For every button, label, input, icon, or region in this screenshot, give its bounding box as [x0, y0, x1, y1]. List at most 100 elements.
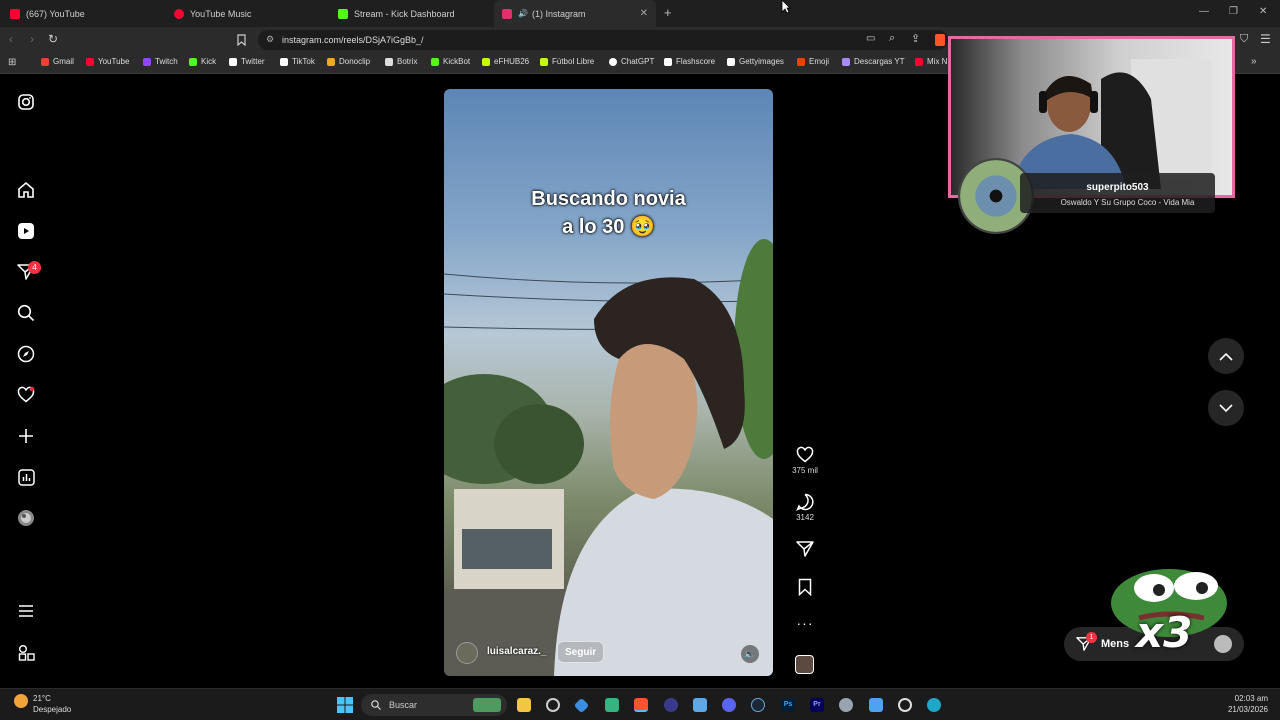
close-icon[interactable]: ✕ [640, 8, 648, 19]
photoshop-icon[interactable]: Ps [781, 698, 795, 712]
more-bookmarks-icon[interactable]: » [1251, 56, 1257, 67]
apps-icon[interactable]: ⊞ [8, 57, 16, 68]
notifications-heart-icon[interactable] [16, 385, 36, 405]
bookmark-donoclip[interactable]: Donoclip [327, 57, 370, 66]
instagram-logo-icon[interactable] [16, 92, 36, 112]
windows-start-icon[interactable] [337, 697, 353, 713]
dashboard-icon[interactable] [16, 467, 36, 487]
comment-button[interactable]: 3142 [792, 493, 818, 522]
like-button[interactable]: 375 mil [792, 446, 818, 475]
bookmark-label: Fútbol Libre [552, 57, 595, 66]
maximize-button[interactable]: ❐ [1229, 6, 1238, 17]
bookmark-label: Emoji [809, 57, 830, 66]
bookmark-twitter[interactable]: Twitter [229, 57, 265, 66]
url-text: instagram.com/reels/DSjA7iGgBb_/ [282, 35, 424, 45]
follow-button[interactable]: Seguir [557, 641, 605, 663]
app-icon[interactable] [573, 697, 590, 714]
bookmark-mix[interactable]: Mix N [915, 57, 947, 66]
wallet-icon[interactable]: ⛉ [1240, 33, 1248, 46]
media-player-icon[interactable] [898, 698, 912, 712]
bookmark-tiktok[interactable]: TikTok [280, 57, 315, 66]
bookmark-flashscore[interactable]: Flashscore [664, 57, 715, 66]
bookmark-gettyimages[interactable]: Gettyimages [727, 57, 784, 66]
weather-temp[interactable]: 21°C [33, 694, 51, 703]
new-tab-button[interactable]: + [664, 5, 672, 20]
window-close-button[interactable]: ✕ [1259, 6, 1267, 17]
heart-icon [796, 446, 814, 463]
tab-youtube-music[interactable]: YouTube Music [166, 0, 328, 27]
file-explorer-icon[interactable] [517, 698, 531, 712]
calculator-icon[interactable] [693, 698, 707, 712]
cast-icon[interactable]: ▭ [866, 33, 875, 44]
bookmark-label: Botrix [397, 57, 418, 66]
brave-icon[interactable] [634, 698, 648, 712]
bookmark-emoji[interactable]: Emoji [797, 57, 829, 66]
author-username[interactable]: luisalcaraz._ [487, 646, 546, 657]
profile-avatar[interactable] [16, 508, 36, 528]
more-menu-icon[interactable] [16, 601, 36, 621]
address-bar[interactable]: ⚙ instagram.com/reels/DSjA7iGgBb_/ [258, 30, 948, 50]
audio-thumbnail[interactable] [795, 655, 814, 674]
bookmark-kickbot[interactable]: KickBot [431, 57, 470, 66]
tab-label: (1) Instagram [531, 8, 586, 19]
tab-instagram[interactable]: 🔊 (1) Instagram ✕ [494, 0, 656, 27]
bookmark-botrix[interactable]: Botrix [385, 57, 417, 66]
discord-icon[interactable] [722, 698, 736, 712]
site-info-icon[interactable]: ⚙ [266, 34, 274, 45]
bookmark-descargas-yt[interactable]: Descargas YT [842, 57, 905, 66]
bookmark-label: Twitch [155, 57, 178, 66]
zoom-icon[interactable]: ⌕ [889, 32, 895, 45]
chrome-icon[interactable] [546, 698, 560, 712]
reels-icon[interactable] [16, 221, 36, 241]
edge-icon[interactable] [927, 698, 941, 712]
descargas-icon [842, 57, 850, 66]
home-icon[interactable] [16, 180, 36, 200]
premiere-icon[interactable]: Pr [810, 698, 824, 712]
bookmark-youtube[interactable]: YouTube [86, 57, 129, 66]
gettyimages-icon [727, 57, 735, 66]
bookmark-kick[interactable]: Kick [189, 57, 216, 66]
more-options-icon[interactable]: ··· [792, 615, 818, 631]
share-button[interactable] [792, 540, 818, 560]
weather-icon[interactable] [14, 694, 28, 708]
emote-multiplier: x3 [1136, 608, 1193, 657]
menu-icon[interactable]: ☰ [1260, 32, 1271, 46]
next-reel-button[interactable] [1208, 390, 1244, 426]
chevron-up-icon [1219, 352, 1233, 361]
tab-kick-dashboard[interactable]: Stream - Kick Dashboard [330, 0, 492, 27]
volume-icon[interactable]: 🔈 [741, 645, 759, 663]
steam-icon[interactable] [751, 698, 765, 712]
search-icon[interactable] [16, 303, 36, 323]
forward-icon[interactable]: › [30, 32, 34, 46]
bookmark-icon[interactable] [237, 34, 246, 46]
minimize-button[interactable]: — [1199, 6, 1209, 17]
reel-caption-line2: a lo 30 🥹 [562, 216, 655, 238]
bookmark-futbol-libre[interactable]: Fútbol Libre [540, 57, 594, 66]
bookmark-efhub[interactable]: eFHUB26 [482, 57, 529, 66]
app-icon[interactable] [605, 698, 619, 712]
share-icon[interactable]: ⇪ [911, 32, 920, 45]
explore-icon[interactable] [16, 344, 36, 364]
settings-icon[interactable] [839, 698, 853, 712]
tab-youtube[interactable]: (667) YouTube [2, 0, 164, 27]
bookmark-label: Mix N [927, 57, 948, 66]
meta-apps-icon[interactable] [16, 642, 36, 662]
back-icon[interactable]: ‹ [9, 32, 13, 46]
save-button[interactable] [792, 578, 818, 598]
notepad-icon[interactable] [869, 698, 883, 712]
taskbar: 21°C Despejado Buscar Ps Pr 02:03 am 21/… [0, 688, 1280, 720]
bookmark-chatgpt[interactable]: ChatGPT [609, 57, 654, 66]
create-icon[interactable] [16, 426, 36, 446]
bookmark-gmail[interactable]: Gmail [41, 57, 74, 66]
author-avatar[interactable] [456, 642, 478, 664]
clock-time[interactable]: 02:03 am [1200, 694, 1268, 703]
messages-label: Mens [1101, 638, 1130, 650]
youtube-icon [10, 8, 20, 19]
previous-reel-button[interactable] [1208, 338, 1244, 374]
bookmark-twitch[interactable]: Twitch [143, 57, 178, 66]
brave-shield-icon[interactable] [935, 34, 945, 46]
obs-icon[interactable] [664, 698, 678, 712]
taskbar-search[interactable]: Buscar [361, 694, 507, 716]
reload-icon[interactable]: ↻ [48, 32, 58, 46]
reel-video[interactable]: Buscando novia a lo 30 🥹 luisalcaraz._ S… [444, 89, 773, 676]
